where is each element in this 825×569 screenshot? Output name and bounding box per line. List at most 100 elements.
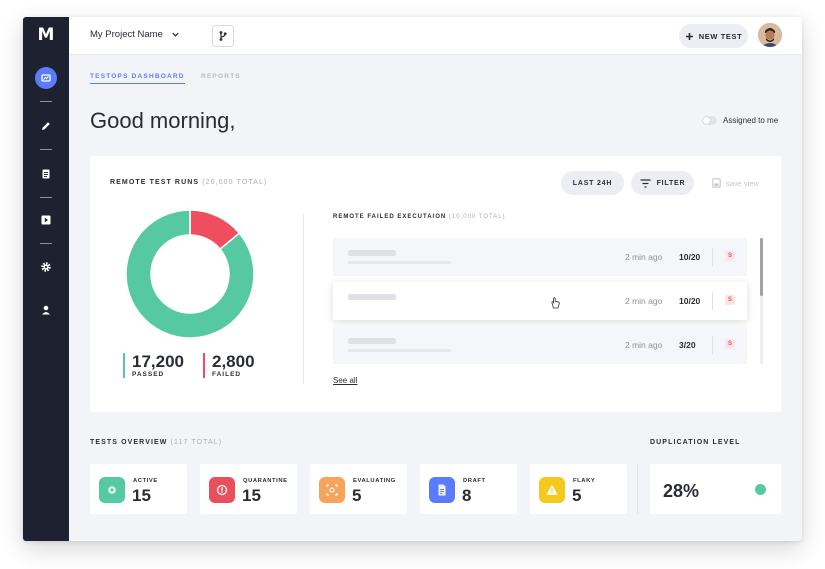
remote-test-runs-title: REMOTE TEST RUNS (20,000 TOTAL): [110, 179, 267, 186]
alert-icon: [215, 483, 229, 497]
project-name: My Project Name: [90, 29, 163, 40]
remote-test-runs-total: (20,000 TOTAL): [202, 179, 268, 186]
see-all-link[interactable]: See all: [333, 376, 357, 385]
project-selector[interactable]: My Project Name: [90, 29, 180, 40]
sidebar-item-list[interactable]: [35, 163, 57, 185]
document-icon: [42, 169, 50, 179]
executions-scrollbar[interactable]: [760, 238, 763, 364]
save-icon: [712, 178, 721, 188]
tile-flaky[interactable]: FLAKY 5: [530, 464, 627, 514]
row-subtitle-placeholder: [348, 261, 451, 264]
filter-icon: [640, 178, 651, 188]
tile-value: 8: [462, 486, 472, 505]
sidebar-item-settings[interactable]: [35, 256, 57, 278]
tests-overview-total: (117 TOTAL): [170, 439, 223, 446]
duplication-level-tile[interactable]: 28%: [650, 464, 781, 514]
runs-donut-chart: [125, 209, 255, 339]
top-bar: My Project Name NEW TEST: [69, 17, 802, 55]
remote-test-runs-title-text: REMOTE TEST RUNS: [110, 179, 200, 186]
play-icon: [41, 215, 51, 225]
failed-execution-row[interactable]: 2 min ago 10/20 S: [333, 238, 747, 276]
tests-overview-title-text: TESTS OVERVIEW: [90, 439, 168, 446]
passed-stat: 17,200 PASSED: [123, 353, 184, 378]
tile-active[interactable]: ACTIVE 15: [90, 464, 187, 514]
tile-value: 5: [352, 486, 362, 505]
failed-execution-row[interactable]: 2 min ago 3/20 S: [333, 326, 747, 364]
sidebar-divider: [40, 197, 52, 198]
mouse-cursor-icon: [551, 297, 560, 309]
tile-label: ACTIVE: [133, 478, 158, 484]
assigned-to-me-toggle[interactable]: Assigned to me: [702, 116, 778, 125]
failed-executions-title-text: REMOTE FAILED EXECUTAION: [333, 214, 447, 220]
tile-draft-icon-box: [429, 477, 455, 503]
tile-quarantine-icon-box: [209, 477, 235, 503]
row-separator: [712, 336, 713, 354]
remote-test-runs-card: REMOTE TEST RUNS (20,000 TOTAL) LAST 24H…: [90, 156, 781, 412]
tab-testops-dashboard[interactable]: TESTOPS DASHBOARD: [90, 73, 185, 84]
row-badge: S: [725, 251, 735, 261]
assigned-to-me-label: Assigned to me: [723, 116, 779, 125]
last-24h-label: LAST 24H: [572, 179, 613, 187]
filter-label: FILTER: [656, 179, 686, 187]
row-title-placeholder: [348, 338, 396, 344]
tile-value: 15: [242, 486, 261, 505]
row-title-placeholder: [348, 250, 396, 256]
sidebar-item-profile[interactable]: [35, 299, 57, 321]
app-logo[interactable]: M: [23, 25, 69, 45]
save-view-button[interactable]: save view: [712, 178, 759, 188]
row-subtitle-placeholder: [348, 349, 451, 352]
last-24h-button[interactable]: LAST 24H: [561, 171, 624, 195]
sidebar: M: [23, 17, 69, 541]
greeting-title: Good morning,: [90, 108, 236, 133]
tile-active-icon-box: [99, 477, 125, 503]
sidebar-divider: [40, 101, 52, 102]
filter-button[interactable]: FILTER: [631, 171, 694, 195]
pencil-icon: [42, 122, 50, 130]
card-divider: [303, 214, 304, 384]
tile-label: QUARANTINE: [243, 478, 288, 484]
row-badge: S: [725, 339, 735, 349]
failed-label: FAILED: [212, 371, 242, 378]
tab-reports[interactable]: REPORTS: [201, 73, 241, 80]
tile-draft[interactable]: DRAFT 8: [420, 464, 517, 514]
toggle-switch[interactable]: [702, 116, 717, 125]
failed-executions-title: REMOTE FAILED EXECUTAION (10,000 TOTAL): [333, 214, 506, 220]
sidebar-divider: [40, 243, 52, 244]
sidebar-item-edit[interactable]: [35, 115, 57, 137]
chart-icon: [41, 74, 51, 82]
draft-icon: [435, 483, 449, 497]
tile-label: EVALUATING: [353, 478, 396, 484]
failed-execution-row[interactable]: 2 min ago 10/20 S: [333, 282, 747, 320]
sidebar-divider: [40, 149, 52, 150]
new-test-button[interactable]: NEW TEST: [679, 24, 748, 48]
sidebar-item-runs[interactable]: [35, 209, 57, 231]
row-score: 10/20: [679, 296, 701, 306]
branch-button[interactable]: [212, 25, 234, 47]
row-time: 2 min ago: [625, 296, 663, 306]
sidebar-item-dashboard[interactable]: [35, 67, 57, 89]
tile-quarantine[interactable]: QUARANTINE 15: [200, 464, 297, 514]
failed-executions-total: (10,000 TOTAL): [448, 214, 506, 220]
gear-icon: [41, 262, 51, 272]
scrollbar-thumb[interactable]: [760, 238, 763, 296]
avatar[interactable]: [758, 23, 782, 47]
evaluate-icon: [325, 483, 339, 497]
row-time: 2 min ago: [625, 252, 663, 262]
row-badge: S: [725, 295, 735, 305]
warning-icon: [545, 483, 559, 497]
tile-value: 5: [572, 486, 582, 505]
failed-stat: 2,800 FAILED: [203, 353, 255, 378]
tile-evaluating[interactable]: EVALUATING 5: [310, 464, 407, 514]
tile-value: 15: [132, 486, 151, 505]
save-view-label: save view: [726, 178, 759, 188]
app-window: M My Project Name NEW TEST TESTOPS DASHB…: [23, 17, 802, 541]
duplication-level-title: DUPLICATION LEVEL: [650, 439, 741, 446]
failed-count: 2,800: [212, 352, 255, 371]
row-separator: [712, 248, 713, 266]
passed-label: PASSED: [132, 371, 165, 378]
duplication-value: 28%: [663, 481, 700, 501]
tile-label: DRAFT: [463, 478, 486, 484]
chevron-down-icon: [172, 32, 179, 37]
duplication-status-dot: [755, 484, 766, 495]
tests-overview-title: TESTS OVERVIEW (117 TOTAL): [90, 439, 222, 446]
